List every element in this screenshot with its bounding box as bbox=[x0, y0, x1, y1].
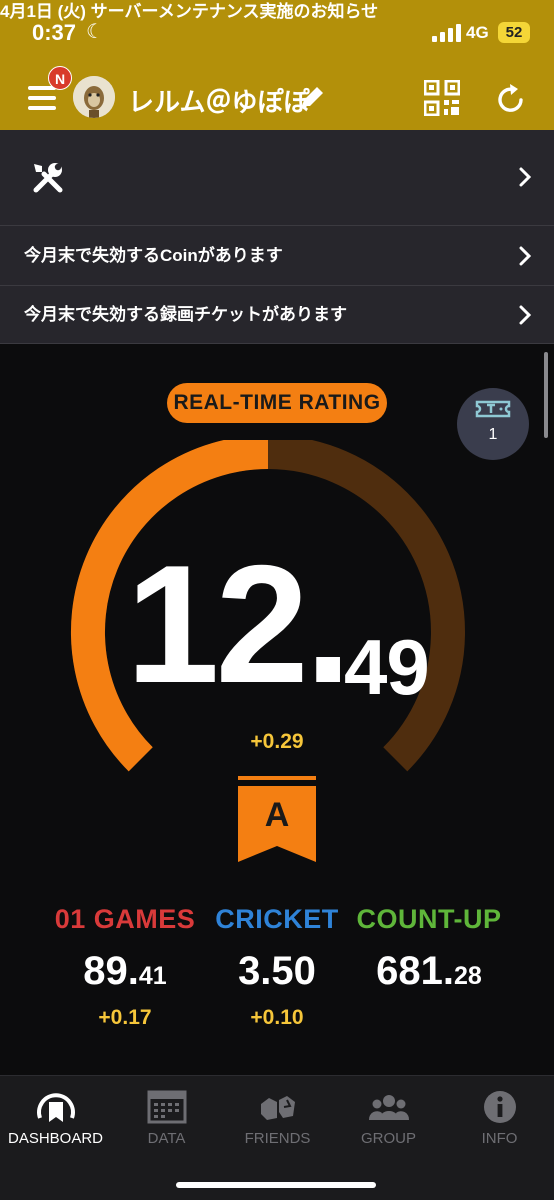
notice-ticket-text: 今月末で失効する録画チケットがあります bbox=[24, 305, 347, 324]
stat-title: 01 GAMES bbox=[54, 904, 196, 934]
notice-maintenance[interactable] bbox=[0, 130, 554, 226]
chevron-right-icon bbox=[518, 166, 532, 193]
stat-value: 3.50 bbox=[238, 949, 316, 993]
battery-indicator: 52 bbox=[498, 22, 530, 43]
tab-label: GROUP bbox=[360, 1130, 416, 1147]
tab-friends[interactable]: FRIENDS bbox=[222, 1084, 333, 1154]
tab-group[interactable]: GROUP bbox=[333, 1084, 444, 1154]
data-icon bbox=[146, 1088, 188, 1128]
tab-label: DASHBOARD bbox=[7, 1130, 104, 1147]
refresh-icon[interactable] bbox=[496, 82, 526, 119]
chevron-right-icon bbox=[518, 245, 532, 272]
rank-letter: A bbox=[264, 796, 290, 834]
notice-maintenance-text: 4月1日 (火) サーバーメンテナンス実施のお知らせ bbox=[0, 2, 379, 21]
signal-icon bbox=[432, 24, 462, 42]
stat-title: CRICKET bbox=[215, 904, 339, 934]
stat-cricket[interactable]: CRICKET 3.50 +0.10 bbox=[192, 904, 362, 1030]
chevron-right-icon bbox=[518, 304, 532, 331]
scrollbar[interactable] bbox=[544, 352, 548, 438]
menu-icon[interactable] bbox=[28, 86, 56, 110]
rating-delta: +0.29 bbox=[250, 730, 304, 753]
info-icon bbox=[479, 1088, 521, 1128]
home-indicator bbox=[176, 1182, 376, 1188]
notice-coin-text: 今月末で失効するCoinがあります bbox=[24, 246, 283, 265]
qr-code-icon[interactable] bbox=[423, 79, 461, 121]
tab-info[interactable]: INFO bbox=[444, 1084, 554, 1154]
username[interactable]: レルム＠ゆぽぽ bbox=[128, 82, 309, 119]
avatar[interactable] bbox=[73, 76, 115, 118]
dashboard-icon bbox=[35, 1088, 77, 1128]
group-icon bbox=[368, 1088, 410, 1128]
notification-badge[interactable]: N bbox=[48, 66, 72, 90]
rating-integer: 12. bbox=[126, 530, 352, 718]
stat-value: 89.41 bbox=[83, 949, 167, 993]
stat-count-up[interactable]: COUNT-UP 681.28 bbox=[344, 904, 514, 1006]
network-type: 4G bbox=[466, 23, 489, 42]
tab-label: FRIENDS bbox=[244, 1130, 311, 1147]
stat-01-games[interactable]: 01 GAMES 89.41 +0.17 bbox=[40, 904, 210, 1030]
tab-dashboard[interactable]: DASHBOARD bbox=[0, 1084, 111, 1154]
tools-icon bbox=[30, 160, 66, 201]
realtime-rating-label: REAL-TIME RATING bbox=[167, 383, 387, 423]
tab-label: DATA bbox=[147, 1130, 186, 1147]
stat-title: COUNT-UP bbox=[356, 904, 502, 934]
stat-delta: +0.10 bbox=[250, 1006, 304, 1029]
friends-icon bbox=[257, 1088, 299, 1128]
stat-delta: +0.17 bbox=[98, 1006, 152, 1029]
tab-data[interactable]: DATA bbox=[111, 1084, 222, 1154]
edit-pencil-icon[interactable] bbox=[298, 84, 326, 117]
avatar-tanuki-icon bbox=[73, 76, 115, 118]
tab-label: INFO bbox=[481, 1130, 518, 1147]
stat-value: 681.28 bbox=[376, 949, 482, 993]
rating-decimal: 49 bbox=[344, 623, 430, 711]
